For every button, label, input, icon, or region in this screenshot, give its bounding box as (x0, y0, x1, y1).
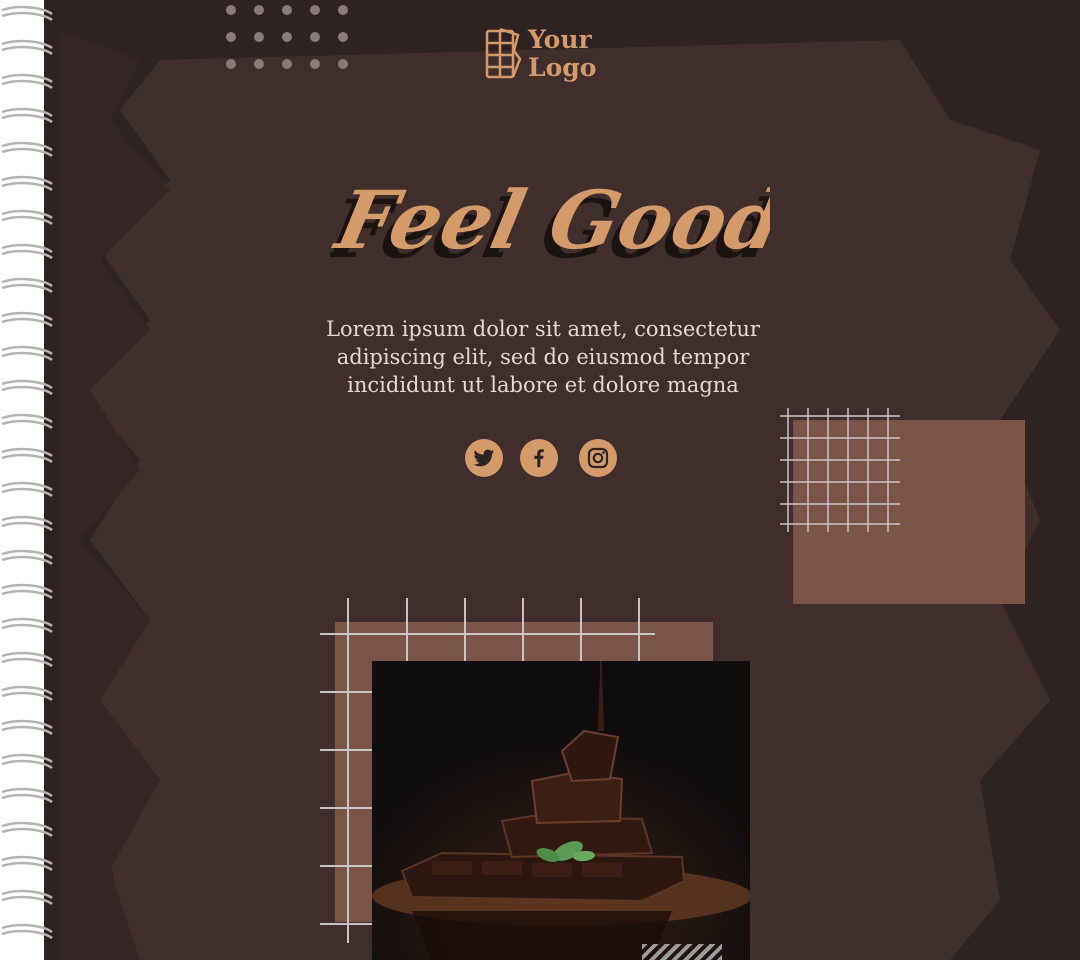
body-text: Lorem ipsum dolor sit amet, consectetur … (300, 315, 786, 399)
instagram-button[interactable] (579, 439, 617, 477)
twitter-icon (473, 449, 495, 467)
facebook-icon (534, 449, 544, 468)
brand-logo: Your Logo (484, 26, 596, 82)
chocolate-bar-icon (485, 27, 522, 79)
logo-line-1: Your (528, 25, 592, 54)
headline-text: Feel Good (330, 174, 770, 268)
chocolate-illustration (372, 661, 750, 960)
grid-overlay-top (780, 408, 900, 532)
twitter-button[interactable] (465, 439, 503, 477)
instagram-icon (587, 447, 609, 469)
body-line-3: incididunt ut labore et dolore magna (347, 373, 739, 397)
poster-canvas: Your Logo Feel Good Feel Good Lorem ipsu… (0, 0, 1080, 960)
body-line-2: adipiscing elit, sed do eiusmod tempor (336, 345, 750, 369)
logo-text: Your Logo (528, 26, 596, 82)
facebook-button[interactable] (520, 439, 558, 477)
chocolate-photo (372, 661, 750, 960)
spiral-binding (0, 0, 53, 960)
body-line-1: Lorem ipsum dolor sit amet, consectetur (326, 317, 760, 341)
logo-line-2: Logo (528, 53, 597, 82)
stripe-decoration (642, 944, 722, 960)
headline: Feel Good Feel Good (330, 174, 770, 277)
dot-pattern (226, 5, 348, 69)
